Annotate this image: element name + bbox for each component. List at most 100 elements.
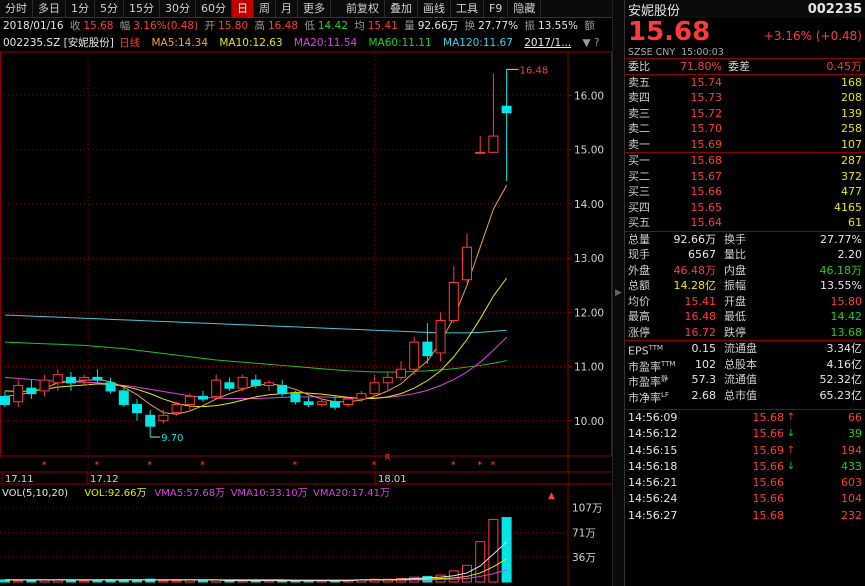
tick-row: 14:56:21 15.66 603 bbox=[625, 475, 865, 491]
fin-label-sup: TTM bbox=[661, 359, 676, 368]
bids-row[interactable]: 买四 15.65 4165 bbox=[625, 200, 865, 216]
bids-label: 买四 bbox=[628, 200, 650, 214]
candle-down bbox=[277, 385, 288, 395]
legend-last[interactable]: 2017/1... bbox=[524, 37, 571, 49]
tick-time: 14:56:27 bbox=[628, 508, 678, 522]
stat-value: 16.48 bbox=[684, 310, 717, 323]
stat-value: 46.18万 bbox=[819, 263, 863, 277]
tick-price: 15.69 bbox=[752, 443, 785, 457]
asks-row[interactable]: 卖五 15.74 168 bbox=[625, 75, 865, 91]
bids-row[interactable]: 买二 15.67 372 bbox=[625, 169, 865, 185]
event-star-icon: * bbox=[147, 460, 152, 471]
overlay-button[interactable]: 叠加 bbox=[385, 0, 418, 18]
tab-30min[interactable]: 30分 bbox=[160, 0, 196, 18]
volume-bar bbox=[118, 579, 129, 583]
bids-row[interactable]: 买一 15.68 287 bbox=[625, 153, 865, 169]
volume-bar bbox=[79, 580, 90, 583]
bids-price: 15.66 bbox=[690, 185, 723, 198]
tab-1min[interactable]: 1分 bbox=[66, 0, 95, 18]
asks-volume: 208 bbox=[841, 91, 862, 104]
volume-legend-item: VMA20:17.41万 bbox=[313, 488, 390, 499]
stat-value: 27.77% bbox=[820, 232, 862, 246]
tab-15min[interactable]: 15分 bbox=[124, 0, 160, 18]
tick-row: 14:56:12 15.66 ↓ 39 bbox=[625, 426, 865, 442]
bids-label: 买三 bbox=[628, 185, 650, 198]
stats-row: 总量 92.66万 换手 27.77% bbox=[625, 232, 865, 248]
legend-period: 日线 bbox=[119, 37, 141, 49]
fq-button[interactable]: 前复权 bbox=[341, 0, 385, 18]
price-row: 15.68 +3.16% (+0.48) bbox=[625, 18, 865, 46]
asks-row[interactable]: 卖三 15.72 139 bbox=[625, 106, 865, 122]
y-tick-label: 13.00 bbox=[574, 253, 604, 265]
asks-row[interactable]: 卖二 15.70 258 bbox=[625, 121, 865, 137]
volume-bar bbox=[26, 580, 37, 583]
more-button[interactable]: 更多 bbox=[298, 0, 331, 18]
stats-table: 总量 92.66万 换手 27.77% 现手 6567 量比 2.20 外盘 46.48万 内盘 46… bbox=[625, 230, 865, 341]
asks-row[interactable]: 卖四 15.73 208 bbox=[625, 90, 865, 106]
low-label: 低 bbox=[304, 20, 315, 32]
tick-volume: 232 bbox=[841, 508, 862, 522]
weibi-label: 委比 bbox=[628, 60, 650, 73]
bids-label: 买一 bbox=[628, 154, 650, 167]
stat-label: 最低 bbox=[724, 310, 746, 323]
fin-row: EPSTTM 0.15 流通盘 3.34亿 bbox=[625, 341, 865, 358]
asks-volume: 139 bbox=[841, 106, 862, 120]
ma10-line bbox=[4, 277, 508, 408]
legend-code: 002235.SZ [安妮股份] bbox=[3, 37, 114, 49]
asks-row[interactable]: 卖一 15.69 107 bbox=[625, 137, 865, 153]
volume-bar bbox=[13, 580, 24, 583]
legend-dropdown-icon[interactable]: ▼ ? bbox=[583, 37, 600, 49]
tools-button[interactable]: 工具 bbox=[451, 0, 484, 18]
last-price: 15.68 bbox=[628, 17, 711, 47]
candlestick-chart[interactable]: 16.00 15.00 14.00 13.00 12.00 11.00 10.00 16.48… bbox=[0, 0, 612, 586]
fin-row: 市盈率TTM 102 总股本 4.16亿 bbox=[625, 357, 865, 374]
fin-row: 市净率LF 2.68 总市值 65.23亿 bbox=[625, 388, 865, 405]
tick-row: 14:56:24 15.66 104 bbox=[625, 491, 865, 507]
volume-marker-icon: ▲ bbox=[548, 491, 555, 501]
collapse-panel-handle[interactable]: ▶ bbox=[612, 0, 624, 586]
tab-5min[interactable]: 5分 bbox=[95, 0, 124, 18]
bids-volume: 61 bbox=[848, 216, 862, 229]
tick-price: 15.68 bbox=[752, 411, 785, 424]
fin-label-sup: LF bbox=[661, 390, 669, 399]
tab-daily[interactable]: 日 bbox=[232, 0, 254, 18]
bids-row[interactable]: 买五 15.64 61 bbox=[625, 215, 865, 231]
volume-bar bbox=[422, 575, 433, 583]
asks-label: 卖二 bbox=[628, 122, 650, 135]
y-tick-label: 10.00 bbox=[574, 416, 604, 428]
fin-row: 市盈率静 57.3 流通值 52.32亿 bbox=[625, 372, 865, 389]
open-label: 开 bbox=[204, 20, 216, 32]
stat-label: 均价 bbox=[628, 294, 650, 308]
f9-button[interactable]: F9 bbox=[484, 0, 509, 18]
tick-list: 14:56:09 15.68 ↑ 66 14:56:12 15.66 ↓ 39 14:56:15… bbox=[625, 409, 865, 524]
hide-button[interactable]: 隐藏 bbox=[508, 0, 542, 18]
volume-bar bbox=[132, 579, 142, 583]
volume-legend-item: VOL:92.66万 bbox=[84, 488, 146, 499]
volume-bar bbox=[184, 579, 195, 583]
event-star-icon: * bbox=[477, 460, 482, 471]
stats-row: 最高 16.48 最低 14.42 bbox=[625, 309, 865, 325]
bids-row[interactable]: 买三 15.66 477 bbox=[625, 184, 865, 200]
draw-button[interactable]: 画线 bbox=[418, 0, 451, 18]
tab-monthly[interactable]: 月 bbox=[276, 0, 298, 18]
candle-up bbox=[462, 246, 472, 281]
candle-down bbox=[26, 387, 37, 395]
stat-value: 92.66万 bbox=[673, 232, 717, 246]
tab-timeshare[interactable]: 分时 bbox=[0, 0, 33, 18]
volume-bar bbox=[0, 579, 10, 583]
candle-up bbox=[184, 395, 195, 405]
tab-60min[interactable]: 60分 bbox=[196, 0, 232, 18]
stats-row: 涨停 16.72 跌停 13.68 bbox=[625, 325, 865, 341]
volume-bar bbox=[382, 578, 393, 583]
stat-value: 15.80 bbox=[830, 294, 863, 308]
tab-multiday[interactable]: 多日 bbox=[33, 0, 66, 18]
tab-weekly[interactable]: 周 bbox=[254, 0, 276, 18]
stock-name: 安妮股份 bbox=[628, 3, 681, 19]
fin-label: 流通值 bbox=[724, 373, 757, 386]
stat-label: 跌停 bbox=[724, 325, 746, 339]
ma20-line bbox=[4, 336, 507, 400]
candle-up bbox=[237, 376, 248, 389]
tick-time: 14:56:24 bbox=[628, 492, 678, 506]
asks-price: 15.69 bbox=[690, 137, 723, 151]
bids-price: 15.64 bbox=[690, 216, 723, 229]
